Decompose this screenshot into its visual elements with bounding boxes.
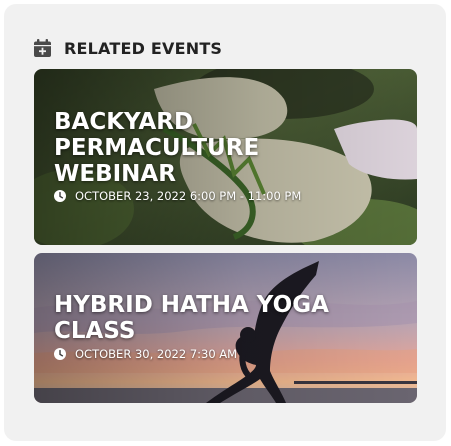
event-title-line: WEBINAR [54, 161, 176, 187]
section-title: RELATED EVENTS [64, 38, 223, 58]
event-title: HYBRID HATHA YOGA CLASS [54, 292, 329, 344]
event-datetime-text: OCTOBER 23, 2022 6:00 PM - 11:00 PM [75, 189, 302, 203]
section-header: RELATED EVENTS [34, 37, 222, 59]
related-events-panel: RELATED EVENTS BACKYARD PERMACULTURE WEB… [4, 4, 446, 441]
event-datetime-text: OCTOBER 30, 2022 7:30 AM [75, 347, 238, 361]
event-title-line: HYBRID HATHA YOGA [54, 292, 329, 318]
clock-icon [54, 348, 66, 360]
event-card-yoga[interactable]: HYBRID HATHA YOGA CLASS OCTOBER 30, 2022… [34, 253, 417, 403]
event-title-line: PERMACULTURE [54, 135, 260, 161]
clock-icon [54, 190, 66, 202]
event-card-permaculture[interactable]: BACKYARD PERMACULTURE WEBINAR OCTOBER 23… [34, 69, 417, 245]
event-datetime: OCTOBER 23, 2022 6:00 PM - 11:00 PM [54, 189, 301, 203]
calendar-plus-icon [34, 39, 51, 57]
event-title-line: BACKYARD [54, 109, 194, 135]
event-title: BACKYARD PERMACULTURE WEBINAR [54, 109, 259, 187]
event-title-line: CLASS [54, 318, 136, 344]
event-datetime: OCTOBER 30, 2022 7:30 AM [54, 347, 237, 361]
